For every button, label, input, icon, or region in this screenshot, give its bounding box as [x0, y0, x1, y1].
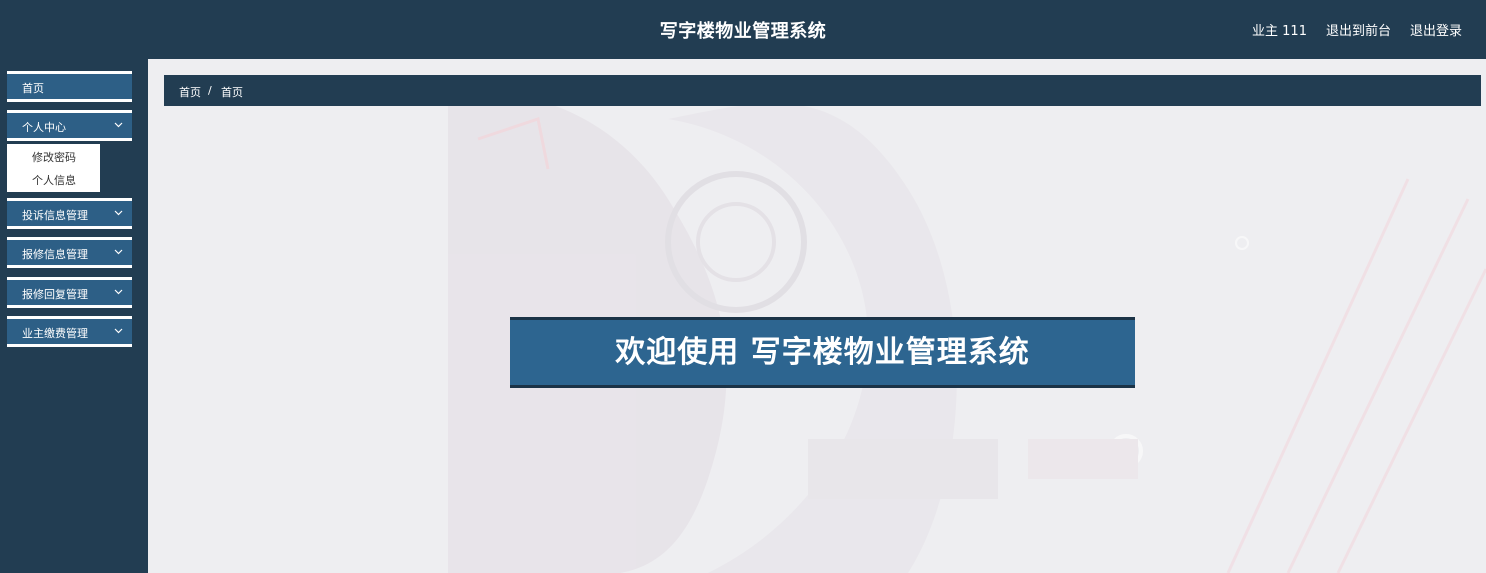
sidebar-item-repair-info[interactable]: 报修信息管理 [7, 237, 132, 268]
sidebar-item-label: 业主缴费管理 [22, 327, 88, 340]
sidebar-item-label: 首页 [22, 82, 44, 95]
background-artwork [148, 59, 1486, 573]
breadcrumb: 首页 / 首页 [164, 75, 1481, 106]
sidebar-item-repair-reply[interactable]: 报修回复管理 [7, 277, 132, 308]
current-user: 业主 111 [1252, 24, 1307, 39]
chevron-down-icon [114, 208, 123, 217]
sidebar-item-label: 报修回复管理 [22, 288, 88, 301]
exit-to-front-link[interactable]: 退出到前台 [1326, 20, 1391, 39]
user-area: 业主 111 退出到前台 退出登录 [1252, 20, 1462, 39]
sidebar-item-personal-center[interactable]: 个人中心 [7, 110, 132, 141]
sidebar-item-label: 投诉信息管理 [22, 209, 88, 222]
sidebar-item-label: 个人中心 [22, 121, 66, 134]
chevron-down-icon [114, 120, 123, 129]
submenu-personal-center: 修改密码 个人信息 [7, 144, 100, 192]
logout-link[interactable]: 退出登录 [1410, 20, 1462, 39]
chevron-down-icon [114, 247, 123, 256]
breadcrumb-current: 首页 [221, 86, 243, 99]
main-content: 首页 / 首页 欢迎使用 写字楼物业管理系统 [148, 59, 1486, 573]
chevron-down-icon [114, 287, 123, 296]
sidebar-item-label: 报修信息管理 [22, 248, 88, 261]
breadcrumb-separator: / [208, 84, 212, 97]
breadcrumb-root[interactable]: 首页 [179, 84, 201, 100]
sidebar: 首页 个人中心 修改密码 个人信息 投诉信息管理 报修信息管理 报修回复管理 业… [0, 59, 148, 573]
sidebar-subitem-change-password[interactable]: 修改密码 [32, 149, 76, 165]
top-header: 写字楼物业管理系统 业主 111 退出到前台 退出登录 [0, 0, 1486, 59]
welcome-banner: 欢迎使用 写字楼物业管理系统 [510, 317, 1135, 388]
sidebar-item-home[interactable]: 首页 [7, 71, 132, 102]
sidebar-item-complaints[interactable]: 投诉信息管理 [7, 198, 132, 229]
chevron-down-icon [114, 326, 123, 335]
sidebar-subitem-personal-info[interactable]: 个人信息 [32, 172, 76, 188]
sidebar-item-owner-payment[interactable]: 业主缴费管理 [7, 316, 132, 347]
